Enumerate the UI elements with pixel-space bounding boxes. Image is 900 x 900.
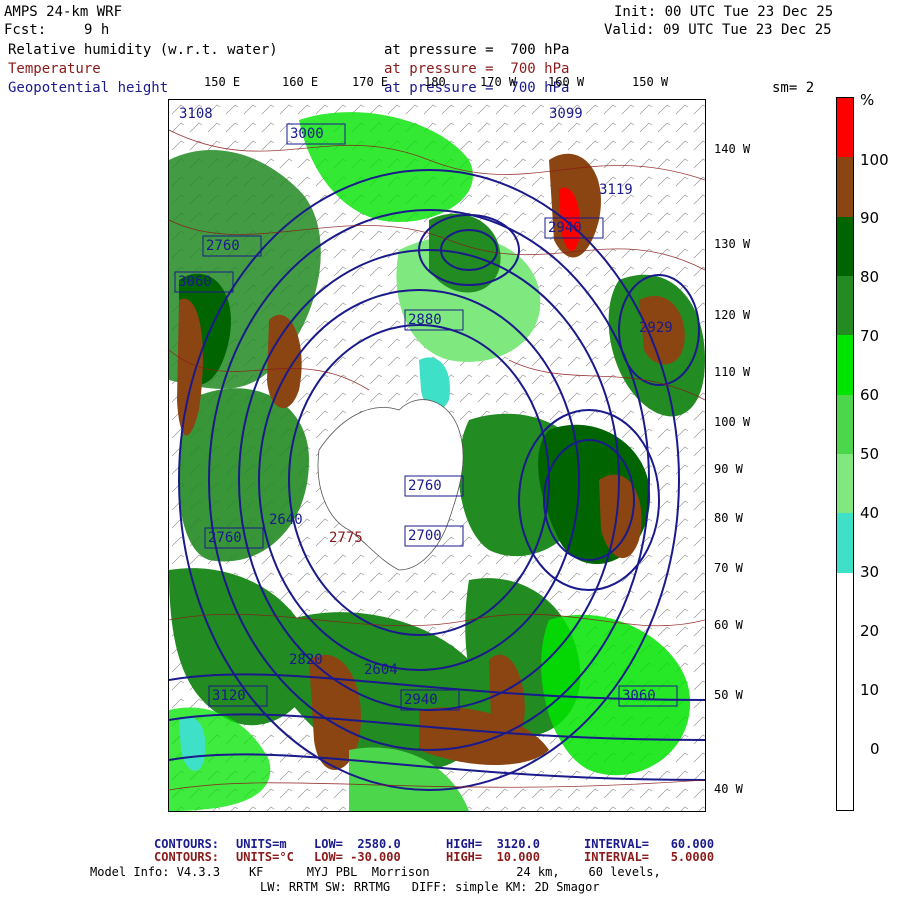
height-label: 2760 [208, 530, 242, 546]
colorbar-label: 20 [860, 622, 880, 640]
colorbar-label: 100 [860, 151, 889, 169]
smoothing-label: sm= 2 [772, 80, 815, 96]
lon-top-label: 160 W [548, 75, 585, 89]
lon-top-label: 170 E [352, 75, 389, 89]
temp-contour-high: HIGH= 10.000 [446, 850, 540, 864]
lon-right-label: 70 W [714, 561, 743, 575]
colorbar-label: 30 [860, 563, 880, 581]
height-label: 3120 [212, 688, 246, 704]
temp-contour-units: UNITS=°C [236, 850, 294, 864]
lon-right-label: 50 W [714, 688, 743, 702]
height-label: 2700 [408, 528, 442, 544]
height-label: 3000 [290, 126, 324, 142]
colorbar-label: 40 [860, 504, 880, 522]
colorbar-segment [837, 454, 853, 514]
colorbar-segment [837, 98, 853, 158]
lon-top-label: 170 W [480, 75, 517, 89]
temp-contour-interval: INTERVAL= 5.0000 [584, 850, 715, 864]
forecast-label: Fcst: [4, 22, 47, 38]
colorbar-unit: % [860, 91, 875, 109]
height-label: 2940 [404, 692, 438, 708]
field-temp-level: at pressure = 700 hPa [384, 61, 570, 77]
colorbar-segment [837, 276, 853, 336]
field-height-name: Geopotential height [8, 80, 169, 96]
model-info-physics: LW: RRTM SW: RRTMG DIFF: simple KM: 2D S… [260, 880, 600, 894]
lon-right-label: 90 W [714, 462, 743, 476]
lon-right-label: 110 W [714, 365, 751, 379]
colorbar-segment [837, 572, 853, 632]
valid-time: Valid: 09 UTC Tue 23 Dec 25 [604, 22, 832, 38]
lon-right-label: 40 W [714, 782, 743, 796]
colorbar-segment [837, 632, 853, 692]
lon-right-label: 60 W [714, 618, 743, 632]
colorbar-label: 50 [860, 445, 880, 463]
lon-right-label: 120 W [714, 308, 751, 322]
height-label: 2760 [206, 238, 240, 254]
model-info: Model Info: V4.3.3 KF MYJ PBL Morrison 2… [90, 865, 661, 879]
height-label: 2929 [639, 320, 673, 336]
height-label: 2640 [269, 512, 303, 528]
lon-right-label: 100 W [714, 415, 751, 429]
lon-right-label: 80 W [714, 511, 743, 525]
height-label: 2880 [408, 312, 442, 328]
temp-contour-low: LOW= -30.000 [314, 850, 401, 864]
field-height-level: at pressure = 700 hPa [384, 80, 570, 96]
lon-top-label: 150 W [632, 75, 669, 89]
colorbar-label: 10 [860, 681, 880, 699]
lon-right-label: 130 W [714, 237, 751, 251]
height-label: 2940 [548, 220, 582, 236]
height-label: 3099 [549, 106, 583, 122]
field-temp-name: Temperature [8, 61, 101, 77]
colorbar-label: 60 [860, 386, 880, 404]
field-rh-name: Relative humidity (w.r.t. water) [8, 42, 278, 58]
height-label: 2820 [289, 652, 323, 668]
temp-contour-label: CONTOURS: [154, 850, 220, 864]
height-label: 3119 [599, 182, 633, 198]
weather-map: 3000 2760 3060 2880 2940 2760 2700 2760 … [168, 99, 706, 812]
colorbar-label: 0 [870, 740, 880, 758]
height-label: 3060 [178, 274, 212, 290]
colorbar-segment [837, 157, 853, 217]
field-rh-level: at pressure = 700 hPa [384, 42, 570, 58]
colorbar-segment [837, 691, 853, 751]
colorbar [836, 97, 854, 811]
lon-top-label: 150 E [204, 75, 241, 89]
colorbar-label: 80 [860, 268, 880, 286]
colorbar-segment [837, 216, 853, 276]
lon-right-label: 140 W [714, 142, 751, 156]
forecast-value: 9 h [84, 22, 110, 38]
init-time: Init: 00 UTC Tue 23 Dec 25 [614, 4, 834, 20]
temperature-label: 2775 [329, 530, 363, 546]
height-label: 2760 [408, 478, 442, 494]
colorbar-segment [837, 513, 853, 573]
lon-top-label: 160 E [282, 75, 319, 89]
lon-top-label: 180 [424, 75, 446, 89]
height-label: 3108 [179, 106, 213, 122]
colorbar-label: 70 [860, 327, 880, 345]
height-label: 2604 [364, 662, 398, 678]
model-title: AMPS 24-km WRF [4, 4, 123, 20]
colorbar-segment [837, 394, 853, 454]
colorbar-segment [837, 335, 853, 395]
height-label: 3060 [622, 688, 656, 704]
colorbar-label: 90 [860, 209, 880, 227]
colorbar-segment [837, 750, 853, 810]
